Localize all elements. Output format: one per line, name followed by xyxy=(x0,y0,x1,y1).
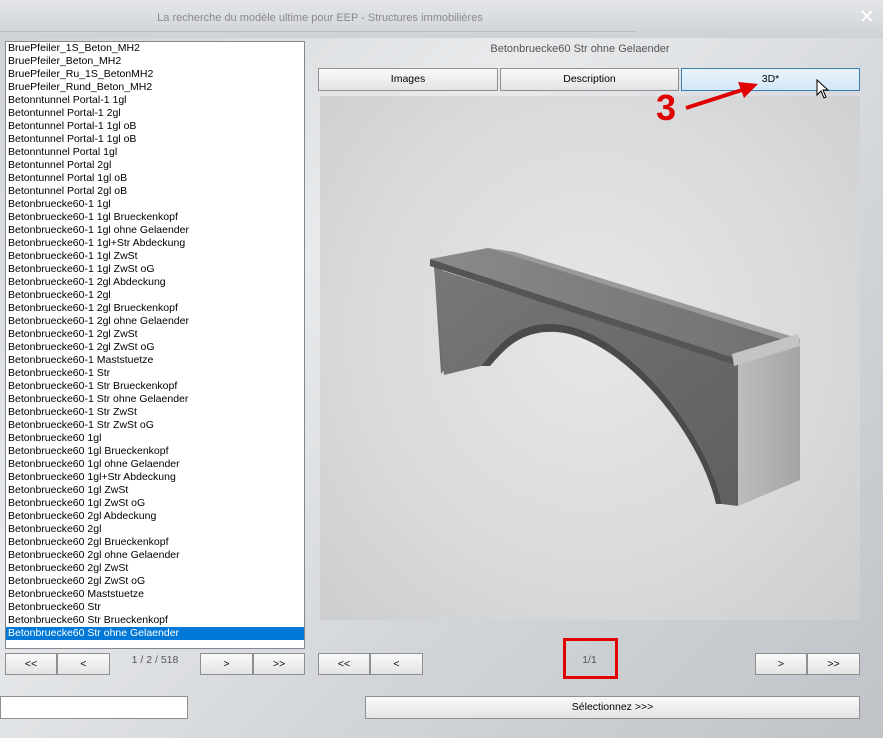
preview-first-page-button[interactable]: << xyxy=(318,653,370,675)
list-item[interactable]: Betonbruecke60-1 1gl Brueckenkopf xyxy=(6,211,304,224)
list-item[interactable]: Betonbruecke60 1gl xyxy=(6,432,304,445)
list-item[interactable]: Betontunnel Portal 2gl oB xyxy=(6,185,304,198)
list-item[interactable]: Betonbruecke60-1 Str xyxy=(6,367,304,380)
list-item[interactable]: Betonbruecke60 1gl ZwSt oG xyxy=(6,497,304,510)
preview-next-page-button[interactable]: > xyxy=(755,653,807,675)
list-item[interactable]: Betonbruecke60-1 2gl ZwSt xyxy=(6,328,304,341)
list-item[interactable]: Betonntunnel Portal-1 1gl xyxy=(6,94,304,107)
list-item[interactable]: Betontunnel Portal-1 1gl oB xyxy=(6,120,304,133)
list-next-page-button[interactable]: > xyxy=(200,653,253,675)
page-counter-highlight-box xyxy=(563,638,618,679)
list-item[interactable]: Betonbruecke60 2gl ohne Gelaender xyxy=(6,549,304,562)
list-item[interactable]: Betonbruecke60 1gl+Str Abdeckung xyxy=(6,471,304,484)
step-number-label: 3 xyxy=(656,87,677,128)
list-item[interactable]: Betontunnel Portal-1 2gl xyxy=(6,107,304,120)
list-item[interactable]: Betontunnel Portal-1 1gl oB xyxy=(6,133,304,146)
list-item[interactable]: Betonntunnel Portal 1gl xyxy=(6,146,304,159)
list-item[interactable]: Betonbruecke60-1 2gl Brueckenkopf xyxy=(6,302,304,315)
preview-prev-page-button[interactable]: < xyxy=(370,653,423,675)
window-title: La recherche du modèle ultime pour EEP -… xyxy=(157,12,483,24)
list-page-counter: 1 / 2 / 518 xyxy=(131,654,179,666)
list-item[interactable]: Betonbruecke60 2gl ZwSt oG xyxy=(6,575,304,588)
list-prev-page-button[interactable]: < xyxy=(57,653,110,675)
list-item[interactable]: Betonbruecke60 2gl ZwSt xyxy=(6,562,304,575)
tab-images[interactable]: Images xyxy=(318,68,498,91)
list-item[interactable]: Betonbruecke60 1gl ZwSt xyxy=(6,484,304,497)
list-item[interactable]: BruePfeiler_Ru_1S_BetonMH2 xyxy=(6,68,304,81)
list-last-page-button[interactable]: >> xyxy=(253,653,305,675)
close-icon[interactable]: ✕ xyxy=(857,8,877,28)
list-item[interactable]: Betontunnel Portal 1gl oB xyxy=(6,172,304,185)
list-item[interactable]: Betonbruecke60-1 Str ohne Gelaender xyxy=(6,393,304,406)
list-item[interactable]: Betonbruecke60 Str Brueckenkopf xyxy=(6,614,304,627)
list-item[interactable]: Betonbruecke60 1gl ohne Gelaender xyxy=(6,458,304,471)
annotation-arrow-icon xyxy=(685,82,758,110)
list-item[interactable]: Betontunnel Portal 2gl xyxy=(6,159,304,172)
3d-viewport[interactable] xyxy=(320,96,860,620)
list-item[interactable]: Betonbruecke60-1 Maststuetze xyxy=(6,354,304,367)
list-item[interactable]: Betonbruecke60-1 2gl ohne Gelaender xyxy=(6,315,304,328)
list-item[interactable]: Betonbruecke60 Str ohne Gelaender xyxy=(6,627,304,640)
list-item[interactable]: Betonbruecke60-1 1gl ohne Gelaender xyxy=(6,224,304,237)
list-item[interactable]: Betonbruecke60 1gl Brueckenkopf xyxy=(6,445,304,458)
list-item[interactable]: BruePfeiler_Rund_Beton_MH2 xyxy=(6,81,304,94)
model-list[interactable]: BruePfeiler_1S_Beton_MH2 BruePfeiler_Beto… xyxy=(5,41,305,649)
title-divider xyxy=(0,31,636,32)
list-item[interactable]: Betonbruecke60 Maststuetze xyxy=(6,588,304,601)
bottom-left-field[interactable] xyxy=(0,696,188,719)
mouse-cursor-icon xyxy=(816,79,830,99)
list-item[interactable]: Betonbruecke60 Str xyxy=(6,601,304,614)
select-button[interactable]: Sélectionnez >>> xyxy=(365,696,860,719)
list-item[interactable]: Betonbruecke60-1 Str ZwSt xyxy=(6,406,304,419)
list-item[interactable]: Betonbruecke60-1 Str ZwSt oG xyxy=(6,419,304,432)
bridge-model-render xyxy=(430,248,800,506)
list-item[interactable]: BruePfeiler_1S_Beton_MH2 xyxy=(6,42,304,55)
list-item[interactable]: Betonbruecke60 2gl xyxy=(6,523,304,536)
list-item[interactable]: Betonbruecke60 2gl Abdeckung xyxy=(6,510,304,523)
list-item[interactable]: BruePfeiler_Beton_MH2 xyxy=(6,55,304,68)
list-item[interactable]: Betonbruecke60-1 2gl Abdeckung xyxy=(6,276,304,289)
tab-description[interactable]: Description xyxy=(500,68,679,91)
list-item[interactable]: Betonbruecke60-1 1gl+Str Abdeckung xyxy=(6,237,304,250)
list-item[interactable]: Betonbruecke60-1 2gl ZwSt oG xyxy=(6,341,304,354)
list-first-page-button[interactable]: << xyxy=(5,653,57,675)
list-item[interactable]: Betonbruecke60-1 1gl ZwSt xyxy=(6,250,304,263)
list-item[interactable]: Betonbruecke60-1 Str Brueckenkopf xyxy=(6,380,304,393)
list-item[interactable]: Betonbruecke60-1 1gl xyxy=(6,198,304,211)
list-item[interactable]: Betonbruecke60-1 2gl xyxy=(6,289,304,302)
preview-title: Betonbruecke60 Str ohne Gelaender xyxy=(490,43,670,55)
list-item[interactable]: Betonbruecke60-1 1gl ZwSt oG xyxy=(6,263,304,276)
preview-last-page-button[interactable]: >> xyxy=(807,653,860,675)
list-item[interactable]: Betonbruecke60 2gl Brueckenkopf xyxy=(6,536,304,549)
